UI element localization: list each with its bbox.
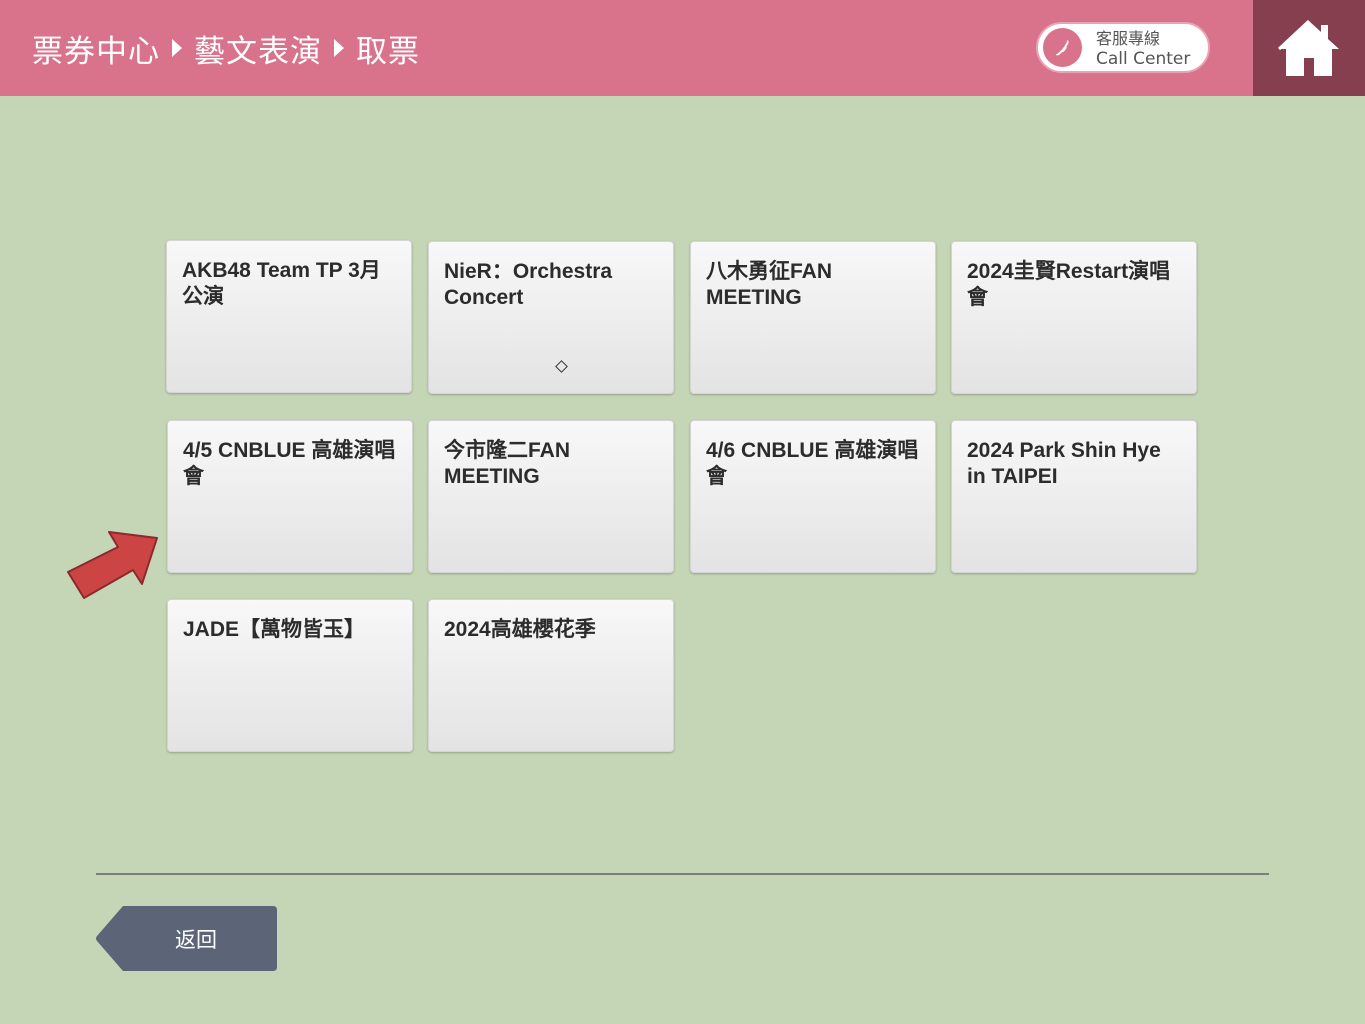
- event-title: 4/6 CNBLUE 高雄演唱會: [706, 439, 919, 488]
- event-title: 今市隆二FAN MEETING: [444, 439, 570, 488]
- event-title: NieR：Orchestra Concert: [444, 260, 613, 309]
- call-center-button[interactable]: 客服專線 Call Center: [1036, 22, 1210, 73]
- event-tile[interactable]: 今市隆二FAN MEETING: [428, 420, 674, 573]
- event-title: 2024圭賢Restart演唱會: [967, 260, 1171, 309]
- back-button[interactable]: 返回: [95, 906, 277, 971]
- event-title: 4/5 CNBLUE 高雄演唱會: [183, 439, 396, 488]
- annotation-arrow-icon: [67, 531, 158, 599]
- event-tile[interactable]: JADE【萬物皆玉】: [167, 599, 413, 752]
- home-button[interactable]: [1253, 0, 1365, 96]
- event-tile[interactable]: 4/6 CNBLUE 高雄演唱會: [690, 420, 936, 573]
- house-icon: [1277, 19, 1339, 76]
- event-title: 2024 Park Shin Hye in TAIPEI: [967, 439, 1161, 488]
- event-tile[interactable]: AKB48 Team TP 3月公演: [166, 240, 412, 393]
- event-tile[interactable]: 2024圭賢Restart演唱會: [951, 241, 1197, 394]
- event-title: 2024高雄櫻花季: [444, 618, 596, 641]
- footer-divider: [96, 873, 1269, 875]
- event-tile[interactable]: NieR：Orchestra Concert: [428, 241, 674, 394]
- phone-icon: [1043, 28, 1082, 67]
- breadcrumb-item-ticket-center[interactable]: 票券中心: [32, 26, 160, 71]
- chevron-right-icon: [172, 39, 182, 57]
- back-button-label: 返回: [175, 928, 217, 952]
- top-bar: 票券中心 藝文表演 取票 客服專線 Call Center: [0, 0, 1365, 96]
- event-title: AKB48 Team TP 3月公演: [182, 259, 381, 308]
- breadcrumb-item-performances[interactable]: 藝文表演: [194, 26, 322, 71]
- event-tile[interactable]: 2024 Park Shin Hye in TAIPEI: [951, 420, 1197, 573]
- diamond-icon: [555, 360, 568, 373]
- event-tile[interactable]: 2024高雄櫻花季: [428, 599, 674, 752]
- chevron-right-icon: [334, 39, 344, 57]
- event-tile[interactable]: 八木勇征FAN MEETING: [690, 241, 936, 394]
- call-center-label-en: Call Center: [1096, 49, 1191, 69]
- breadcrumb-item-pickup: 取票: [356, 33, 420, 70]
- breadcrumb: 票券中心 藝文表演 取票: [32, 26, 420, 70]
- event-title: 八木勇征FAN MEETING: [706, 260, 832, 309]
- event-title: JADE【萬物皆玉】: [183, 618, 366, 641]
- call-center-label-zh: 客服專線: [1096, 29, 1161, 48]
- event-tile[interactable]: 4/5 CNBLUE 高雄演唱會: [167, 420, 413, 573]
